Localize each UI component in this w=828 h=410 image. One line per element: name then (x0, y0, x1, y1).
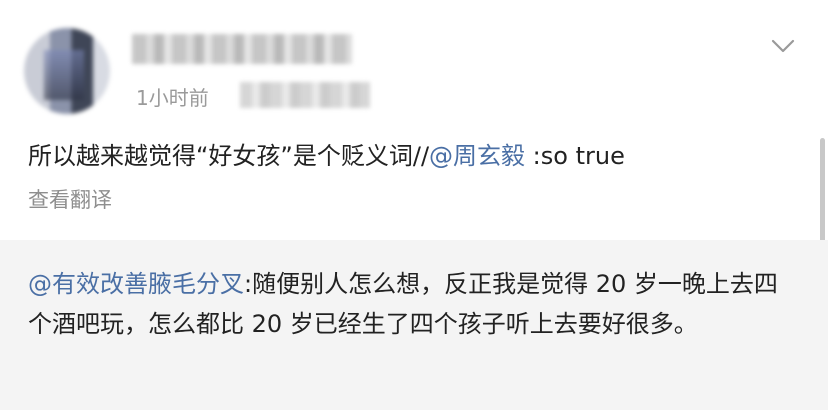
translate-link[interactable]: 查看翻译 (28, 184, 112, 214)
post-body: 所以越来越觉得“好女孩”是个贬义词//@周玄毅 :so true (28, 138, 625, 174)
chevron-down-icon[interactable] (770, 36, 796, 56)
username-blurred[interactable] (132, 34, 352, 64)
post-source-blurred (240, 82, 370, 108)
post-timestamp: 1小时前 (136, 86, 209, 110)
repost-mention-link[interactable]: @有效改善腋毛分叉 (28, 270, 244, 298)
post-text-suffix: :so true (525, 142, 625, 170)
mention-link[interactable]: @周玄毅 (429, 142, 525, 170)
post-text-prefix: 所以越来越觉得“好女孩”是个贬义词// (28, 142, 430, 170)
repost-card[interactable]: @有效改善腋毛分叉:随便别人怎么想，反正我是觉得 20 岁一晚上去四个酒吧玩，怎… (0, 240, 828, 410)
repost-body: @有效改善腋毛分叉:随便别人怎么想，反正我是觉得 20 岁一晚上去四个酒吧玩，怎… (28, 264, 800, 344)
avatar[interactable] (24, 28, 110, 114)
